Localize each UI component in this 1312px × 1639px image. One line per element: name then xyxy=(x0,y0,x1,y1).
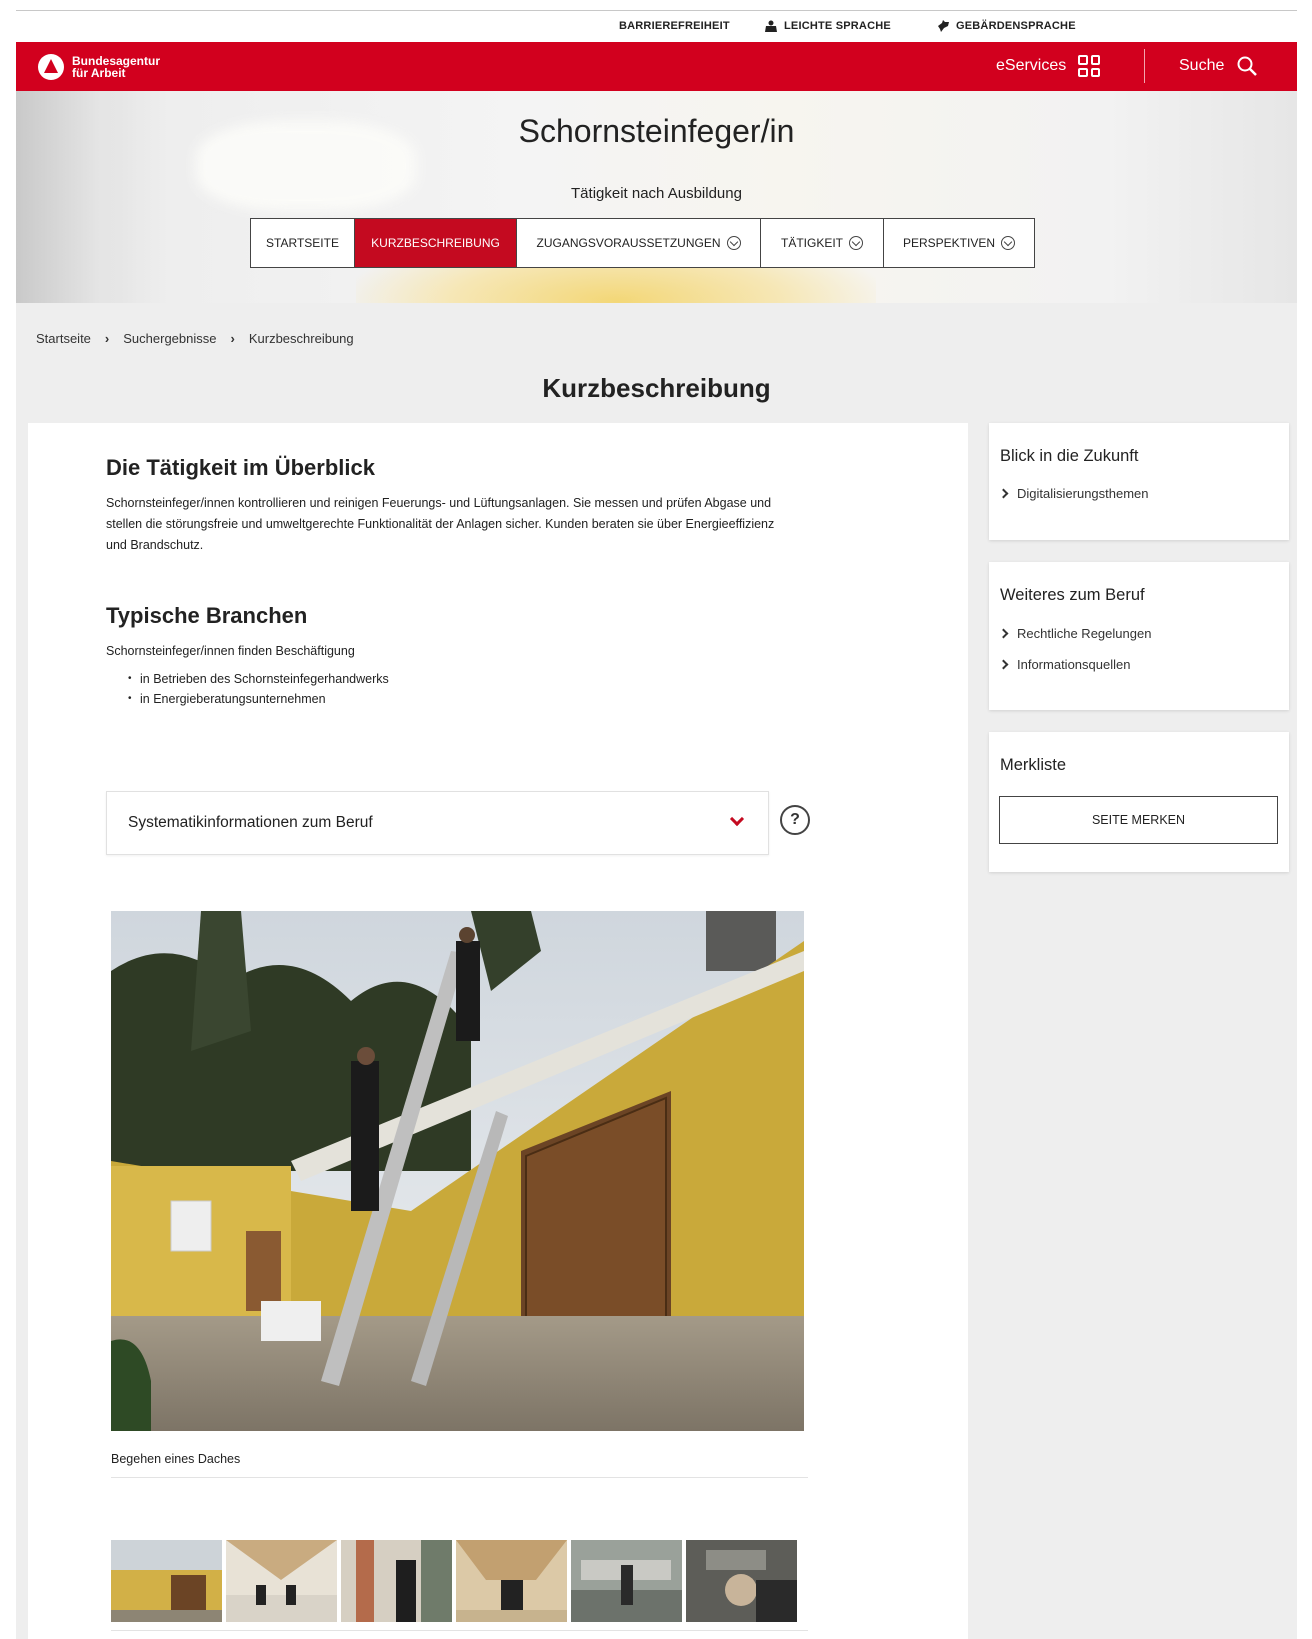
accessibility-label: BARRIEREFREIHEIT xyxy=(619,20,730,32)
chevron-right-icon: › xyxy=(104,331,110,346)
utility-bar: BARRIEREFREIHEIT LEICHTE SPRACHE GEBÄRDE… xyxy=(16,10,1297,42)
help-icon[interactable]: ? xyxy=(780,805,810,835)
branchen-list: in Betrieben des Schornsteinfegerhandwer… xyxy=(128,669,389,709)
ba-logo-icon xyxy=(38,54,64,80)
tab-zugangsvoraussetzungen[interactable]: ZUGANGSVORAUSSETZUNGEN xyxy=(517,219,761,267)
breadcrumb-startseite[interactable]: Startseite xyxy=(36,331,91,346)
header-divider xyxy=(1144,49,1145,83)
search-label: Suche xyxy=(1179,57,1225,74)
thumbnail-divider xyxy=(111,1630,808,1631)
thumbnail-5[interactable] xyxy=(571,1540,682,1622)
profession-tabs: STARTSEITE KURZBESCHREIBUNG ZUGANGSVORAU… xyxy=(250,218,1035,268)
easy-language-link[interactable]: LEICHTE SPRACHE xyxy=(764,20,891,32)
easy-language-icon xyxy=(765,20,777,32)
breadcrumb-suchergebnisse[interactable]: Suchergebnisse xyxy=(123,331,216,346)
main-header: Bundesagentur für Arbeit eServices Suche xyxy=(16,42,1297,91)
thumbnail-6[interactable] xyxy=(686,1540,797,1622)
overview-text: Schornsteinfeger/innen kontrollieren und… xyxy=(106,496,775,552)
link-digitalisierungsthemen[interactable]: Digitalisierungsthemen xyxy=(998,486,1149,501)
tab-perspektiven[interactable]: PERSPEKTIVEN xyxy=(884,219,1034,267)
thumbnail-1[interactable] xyxy=(111,1540,222,1622)
thumbnail-4[interactable] xyxy=(456,1540,567,1622)
tab-startseite[interactable]: STARTSEITE xyxy=(251,219,355,267)
tab-taetigkeit[interactable]: TÄTIGKEIT xyxy=(761,219,884,267)
branchen-intro: Schornsteinfeger/innen finden Beschäftig… xyxy=(106,644,355,658)
search-icon xyxy=(1237,56,1258,76)
chimney-sweep-photo xyxy=(111,911,804,1431)
grid-icon xyxy=(1078,55,1101,77)
main-photo xyxy=(111,911,804,1431)
list-item: in Energieberatungsunternehmen xyxy=(128,689,389,709)
chevron-down-icon xyxy=(1001,236,1016,250)
ba-logo[interactable]: Bundesagentur für Arbeit xyxy=(38,54,160,80)
eservices-button[interactable]: eServices xyxy=(996,55,1101,77)
overview-heading: Die Tätigkeit im Überblick xyxy=(106,455,375,480)
more-about-profession-card: Weiteres zum Beruf Rechtliche Regelungen… xyxy=(989,562,1289,710)
thumbnail-2[interactable] xyxy=(226,1540,337,1622)
breadcrumb-current: Kurzbeschreibung xyxy=(248,331,354,346)
link-rechtliche-regelungen[interactable]: Rechtliche Regelungen xyxy=(998,626,1151,641)
thumbnail-strip xyxy=(111,1540,797,1622)
chevron-right-icon xyxy=(998,488,1009,499)
chevron-right-icon: › xyxy=(230,331,235,346)
breadcrumb: Startseite › Suchergebnisse › Kurzbeschr… xyxy=(36,331,354,346)
hero-banner: Schornsteinfeger/in Tätigkeit nach Ausbi… xyxy=(16,91,1297,303)
search-button[interactable]: Suche xyxy=(1179,55,1258,77)
future-title: Blick in die Zukunft xyxy=(1000,447,1139,465)
merkliste-card: Merkliste SEITE MERKEN xyxy=(989,732,1289,872)
chevron-down-icon xyxy=(729,811,745,827)
easy-language-label: LEICHTE SPRACHE xyxy=(784,20,891,32)
thumbnail-3[interactable] xyxy=(341,1540,452,1622)
hand-icon xyxy=(938,20,949,32)
merkliste-title: Merkliste xyxy=(1000,756,1067,774)
chevron-right-icon xyxy=(998,628,1009,639)
chevron-down-icon xyxy=(726,236,741,250)
list-item: in Betrieben des Schornsteinfegerhandwer… xyxy=(128,669,389,689)
save-page-button[interactable]: SEITE MERKEN xyxy=(999,796,1278,844)
logo-line-2: für Arbeit xyxy=(72,66,126,80)
accessibility-link[interactable]: BARRIEREFREIHEIT xyxy=(619,20,730,32)
caption-divider xyxy=(111,1477,808,1478)
sign-language-link[interactable]: GEBÄRDENSPRACHE xyxy=(936,20,1076,32)
future-card: Blick in die Zukunft Digitalisierungsthe… xyxy=(989,423,1289,540)
eservices-label: eServices xyxy=(996,57,1067,74)
accordion-label: Systematikinformationen zum Beruf xyxy=(128,814,373,831)
chevron-down-icon xyxy=(849,236,863,250)
page-title: Kurzbeschreibung xyxy=(542,373,771,403)
branchen-heading: Typische Branchen xyxy=(106,603,308,628)
chevron-right-icon xyxy=(998,659,1009,670)
tab-kurzbeschreibung[interactable]: KURZBESCHREIBUNG xyxy=(355,219,517,267)
systematik-accordion[interactable]: Systematikinformationen zum Beruf xyxy=(106,791,769,855)
link-informationsquellen[interactable]: Informationsquellen xyxy=(998,657,1130,672)
more-title: Weiteres zum Beruf xyxy=(1000,586,1145,604)
profession-subtitle: Tätigkeit nach Ausbildung xyxy=(571,185,742,202)
photo-caption: Begehen eines Daches xyxy=(111,1452,241,1466)
profession-title: Schornsteinfeger/in xyxy=(518,113,795,149)
main-content-card: Die Tätigkeit im Überblick Schornsteinfe… xyxy=(28,423,968,1639)
sign-language-label: GEBÄRDENSPRACHE xyxy=(956,20,1076,32)
